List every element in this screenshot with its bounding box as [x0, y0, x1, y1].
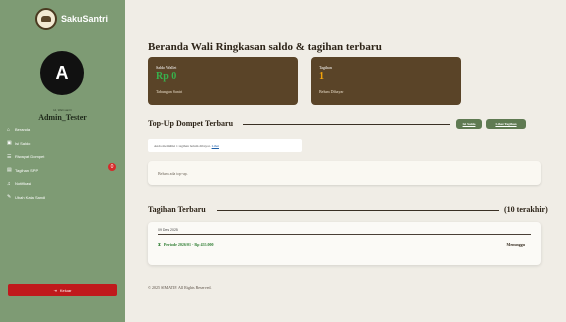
sidebar-item-label: Isi Saldo — [15, 140, 31, 146]
bill-item-label: Periode 2026/01 - Rp 455.000 — [163, 242, 214, 247]
bills-count-label: (10 terakhir) — [504, 205, 548, 214]
bills-divider — [217, 210, 499, 211]
bill-status: Menunggu — [506, 242, 525, 247]
notification-badge: 0 — [108, 163, 116, 171]
topup-heading: Top-Up Dompet Terbaru — [148, 119, 234, 128]
main-content: Beranda Wali Ringkasan saldo & tagihan t… — [125, 0, 566, 322]
bill-date: 09 Des 2025 — [158, 228, 178, 232]
sidebar-item-ubah-kata-sandi[interactable]: ✎ Ubah Kata Sandi — [4, 191, 121, 204]
logout-icon: ⇥ — [53, 287, 57, 293]
key-icon: ✎ — [7, 194, 12, 201]
sidebar-item-label: Riwayat Dompet — [15, 154, 45, 160]
greeting-text: Hi, Wali santri — [53, 108, 72, 112]
sidebar: SakuSantri A Hi, Wali santri Admin_Teste… — [0, 0, 125, 322]
card-value: Rp 0 — [156, 71, 177, 82]
sidebar-item-label: Notifikasi — [15, 181, 32, 187]
home-icon: ⌂ — [7, 126, 11, 133]
sidebar-item-beranda[interactable]: ⌂ Beranda — [4, 123, 121, 136]
sidebar-item-label: Tagihan SPP — [15, 167, 39, 173]
sidebar-item-notifikasi[interactable]: ♫ Notifikasi — [4, 177, 121, 190]
bills-heading: Tagihan Terbaru — [148, 205, 206, 214]
sidebar-item-label: Beranda — [15, 127, 31, 132]
card-subtitle: Tabungan Santri — [156, 89, 183, 94]
hourglass-icon: ⧗ — [158, 242, 161, 247]
tagihan-card: Tagihan 1 Belum Dibayar — [311, 57, 461, 105]
avatar: A — [40, 51, 84, 95]
lihat-tagihan-button[interactable]: Lihat Tagihan — [486, 119, 526, 129]
bill-item[interactable]: ⧗ Periode 2026/01 - Rp 455.000 — [158, 242, 213, 247]
wallet-icon: ▣ — [7, 140, 12, 147]
bill-alert-link[interactable]: Lihat — [212, 144, 219, 148]
bill-date-divider — [158, 234, 531, 235]
topup-empty-state: Belum ada top-up. — [148, 161, 541, 185]
invoice-icon: ▤ — [7, 167, 12, 174]
brand-name: SakuSantri — [61, 14, 109, 24]
history-icon: ☰ — [7, 153, 12, 160]
sidebar-item-tagihan-spp[interactable]: ▤ Tagihan SPP — [4, 164, 121, 177]
page-title: Beranda Wali Ringkasan saldo & tagihan t… — [148, 41, 382, 53]
saldo-card: Saldo Wallet Rp 0 Tabungan Santri — [148, 57, 298, 105]
card-subtitle: Belum Dibayar — [319, 89, 344, 94]
footer-copyright: © 2025 SIMATIF. All Rights Reserved. — [148, 285, 212, 290]
logout-label: Keluar — [59, 287, 72, 293]
card-title: Saldo Wallet — [156, 65, 177, 70]
logout-button[interactable]: ⇥ Keluar — [8, 284, 117, 296]
topup-divider — [243, 124, 450, 125]
card-value: 1 — [319, 71, 324, 82]
sidebar-item-riwayat-dompet[interactable]: ☰ Riwayat Dompet — [4, 150, 121, 163]
username: Admin_Tester — [38, 113, 87, 122]
logo-icon — [35, 8, 57, 30]
isi-saldo-button[interactable]: Isi Saldo — [456, 119, 482, 129]
sidebar-nav: ⌂ Beranda ▣ Isi Saldo ☰ Riwayat Dompet ▤… — [4, 123, 121, 205]
bill-alert-text: Anda memiliki 1 tagihan belum dibayar. — [154, 143, 211, 148]
sidebar-item-isi-saldo[interactable]: ▣ Isi Saldo — [4, 137, 121, 150]
bills-panel: 09 Des 2025 ⧗ Periode 2026/01 - Rp 455.0… — [148, 222, 541, 265]
sidebar-item-label: Ubah Kata Sandi — [15, 194, 46, 200]
bell-icon: ♫ — [7, 180, 11, 187]
bill-alert: Anda memiliki 1 tagihan belum dibayar. L… — [148, 139, 302, 152]
brand[interactable]: SakuSantri — [35, 8, 108, 30]
card-title: Tagihan — [319, 65, 332, 70]
